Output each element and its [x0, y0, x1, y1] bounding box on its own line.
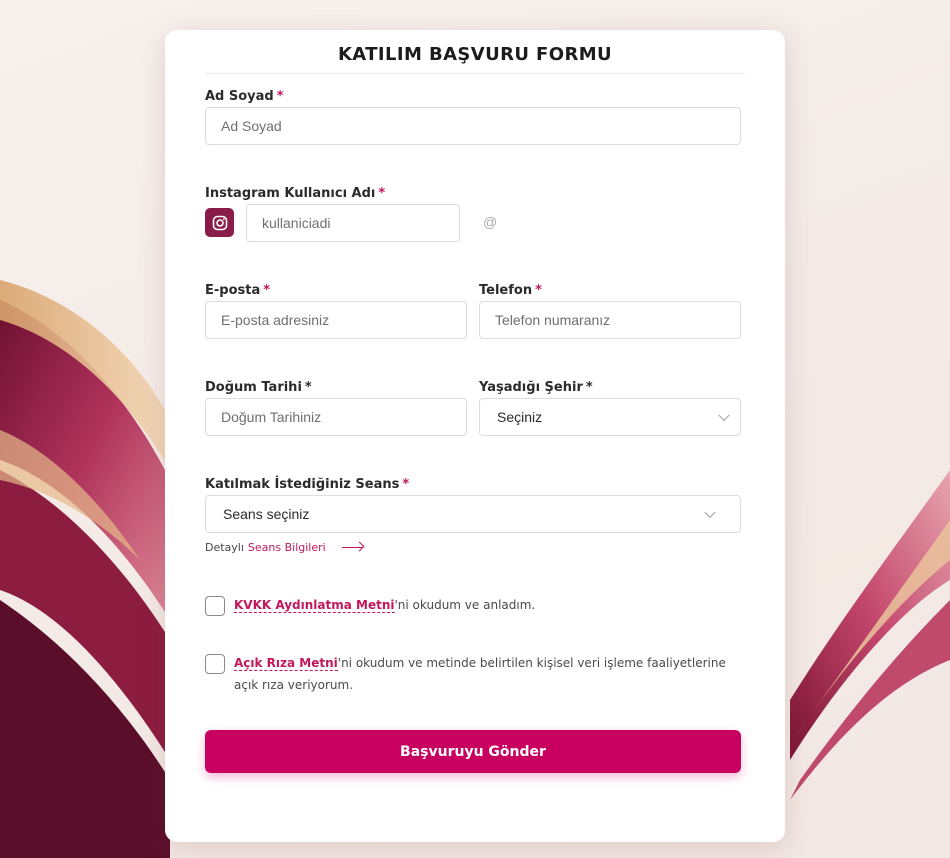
- phone-label: Telefon *: [479, 283, 542, 298]
- explicit-consent-text: Açık Rıza Metni'ni okudum ve metinde bel…: [234, 656, 726, 692]
- explicit-consent-checkbox[interactable]: [205, 654, 225, 674]
- email-input-placeholder: E-posta adresiniz: [221, 312, 330, 328]
- session-select-value: Seans seçiniz: [223, 506, 310, 522]
- session-details: Detaylı Seans Bilgileri: [205, 541, 364, 554]
- kvkk-link[interactable]: KVKK Aydınlatma Metni: [234, 598, 395, 613]
- session-select[interactable]: Seans seçiniz: [205, 495, 741, 533]
- at-sign: @: [483, 214, 498, 230]
- chevron-down-icon: [704, 506, 716, 519]
- required-mark: *: [276, 89, 284, 104]
- required-mark: *: [378, 186, 386, 201]
- arrow-right-icon[interactable]: [341, 543, 364, 553]
- email-input[interactable]: E-posta adresiniz: [205, 301, 467, 339]
- required-mark: *: [535, 283, 542, 298]
- birthdate-input[interactable]: Doğum Tarihiniz: [205, 398, 467, 436]
- birthdate-label: Doğum Tarihi *: [205, 380, 312, 395]
- required-mark: *: [402, 477, 410, 492]
- name-label: Ad Soyad *: [205, 89, 284, 104]
- kvkk-consent-text: KVKK Aydınlatma Metni'ni okudum ve anlad…: [234, 598, 536, 613]
- phone-input[interactable]: Telefon numaranız: [479, 301, 741, 339]
- phone-input-placeholder: Telefon numaranız: [495, 312, 611, 328]
- name-input[interactable]: Ad Soyad: [205, 107, 741, 145]
- instagram-label: Instagram Kullanıcı Adı *: [205, 186, 386, 201]
- chevron-down-icon: [718, 409, 730, 422]
- submit-application-button[interactable]: Başvuruyu Gönder: [205, 730, 741, 773]
- session-label: Katılmak İstediğiniz Seans *: [205, 477, 410, 492]
- instagram-input-placeholder: kullaniciadi: [262, 215, 331, 231]
- required-mark: *: [304, 380, 312, 395]
- city-label: Yaşadığı Şehir *: [479, 380, 593, 395]
- application-form-card: KATILIM BAŞVURU FORMU Ad Soyad * Ad Soyad…: [165, 30, 785, 842]
- kvkk-checkbox[interactable]: [205, 596, 225, 616]
- session-info-link[interactable]: Seans Bilgileri: [248, 541, 326, 554]
- email-label: E-posta *: [205, 283, 271, 298]
- instagram-username-input[interactable]: kullaniciadi: [246, 204, 460, 242]
- birthdate-input-placeholder: Doğum Tarihiniz: [221, 409, 322, 425]
- explicit-consent-link[interactable]: Açık Rıza Metni: [234, 656, 338, 671]
- instagram-icon: [205, 208, 234, 237]
- required-mark: *: [585, 380, 593, 395]
- form-title: KATILIM BAŞVURU FORMU: [205, 44, 745, 74]
- city-select[interactable]: Seçiniz: [479, 398, 741, 436]
- name-input-placeholder: Ad Soyad: [221, 118, 282, 134]
- city-select-value: Seçiniz: [497, 409, 543, 425]
- required-mark: *: [263, 283, 271, 298]
